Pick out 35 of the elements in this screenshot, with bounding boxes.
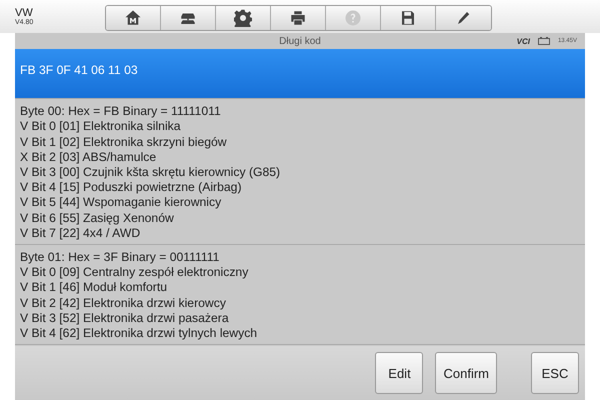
code-line: V Bit 3 [52] Elektronika drzwi pasażera bbox=[20, 310, 230, 326]
save-icon bbox=[399, 8, 417, 26]
toolbar-button[interactable] bbox=[271, 6, 326, 30]
printer-icon bbox=[289, 8, 307, 26]
home-icon bbox=[124, 8, 142, 26]
toolbar-button[interactable] bbox=[381, 6, 436, 30]
code-line: V Bit 1 [02] Elektronika skrzyni biegów bbox=[20, 134, 228, 150]
toolbar-button[interactable] bbox=[436, 6, 491, 30]
action-button[interactable]: ESC bbox=[531, 352, 579, 394]
list-item[interactable]: FB 3F 0F 41 06 11 03 bbox=[15, 49, 585, 100]
code-line: V Bit 1 [46] Moduł komfortu bbox=[20, 280, 168, 296]
code-line: Byte 01: Hex = 3F Binary = 00111111 bbox=[20, 250, 220, 266]
code-line: V Bit 2 [42] Elektronika drzwi kierowcy bbox=[20, 296, 227, 311]
settings-icon bbox=[234, 8, 252, 26]
code-line: V Bit 0 [09] Centralny zespół elektroniczny bbox=[20, 265, 250, 280]
code-line: V Bit 0 [01] Elektronika silnika bbox=[20, 119, 182, 135]
action-button[interactable]: Edit bbox=[375, 352, 424, 394]
help-icon bbox=[344, 8, 362, 26]
code-line: X Bit 2 [03] ABS/hamulce bbox=[20, 150, 158, 166]
code-line: FB 3F 0F 41 06 11 03 bbox=[20, 63, 139, 78]
code-line: V Bit 5 [44] Wspomaganie kierownicy bbox=[20, 195, 222, 211]
toolbar-button[interactable] bbox=[216, 6, 271, 30]
code-line: V Bit 4 [62] Elektronika drzwi tylnych lewych bbox=[20, 326, 258, 342]
action-button[interactable]: Confirm bbox=[435, 352, 497, 394]
screen-title: Długi kod bbox=[279, 36, 321, 46]
code-line: V Bit 6 [55] Zasięg Xenonów bbox=[20, 210, 175, 226]
toolbar-button[interactable] bbox=[106, 6, 161, 30]
toolbar-button[interactable] bbox=[161, 6, 216, 30]
code-line: V Bit 7 [22] 4x4 / AWD bbox=[20, 226, 142, 242]
app-title: VW bbox=[15, 7, 34, 19]
code-line: Byte 00: Hex = FB Binary = 11111011 bbox=[20, 104, 222, 120]
code-line: V Bit 4 [15] Poduszki powietrzne (Airbag) bbox=[20, 180, 243, 196]
vci-label: VCI bbox=[516, 36, 530, 46]
code-line: V Bit 3 [00] Czujnik kšta skrętu kierownicy (G85) bbox=[20, 165, 282, 180]
battery-icon bbox=[538, 37, 550, 45]
